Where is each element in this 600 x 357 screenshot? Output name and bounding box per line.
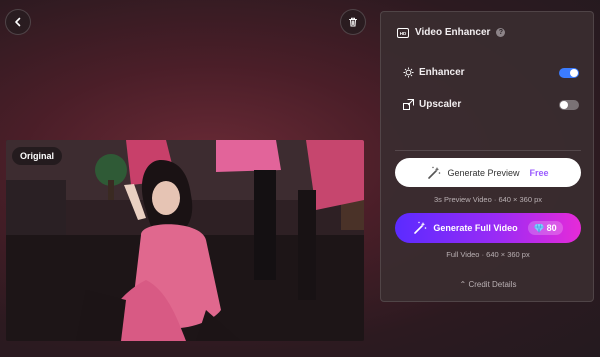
help-icon[interactable]: ? <box>496 28 506 37</box>
full-caption: Full Video · 640 × 360 px <box>446 250 530 259</box>
free-badge: Free <box>529 167 549 178</box>
panel-header: HD Video Enhancer ? <box>397 27 506 38</box>
trash-icon <box>349 17 357 27</box>
chevron-left-icon <box>15 17 21 27</box>
magic-wand-icon <box>414 221 427 234</box>
generate-full-video-button[interactable]: Generate Full Video 80 <box>395 213 581 243</box>
video-enhancer-icon: HD <box>397 27 409 38</box>
enhancer-label: Enhancer <box>419 67 465 78</box>
magic-wand-icon <box>428 166 441 179</box>
video-frame-image <box>6 140 364 341</box>
credit-details-link[interactable]: ⌃ Credit Details <box>381 280 595 289</box>
upscaler-toggle[interactable] <box>559 99 579 110</box>
generate-full-video-label: Generate Full Video <box>433 223 518 233</box>
svg-text:HD: HD <box>400 31 407 36</box>
panel-title: Video Enhancer <box>415 27 491 38</box>
panel-divider <box>395 150 581 151</box>
generate-preview-label: Generate Preview <box>447 167 520 178</box>
upscale-icon <box>403 99 414 110</box>
generate-preview-button[interactable]: Generate Preview Free <box>395 158 581 187</box>
credit-details-label: Credit Details <box>468 280 517 289</box>
enhancer-toggle[interactable] <box>559 67 579 78</box>
original-badge: Original <box>12 147 63 165</box>
upscaler-label: Upscaler <box>419 99 462 110</box>
preview-caption: 3s Preview Video · 640 × 360 px <box>433 195 543 204</box>
enhancer-row: Enhancer <box>403 67 579 78</box>
chevron-up-icon: ⌃ <box>459 280 467 289</box>
gem-icon <box>533 223 544 233</box>
enhancer-panel: HD Video Enhancer ? Enhancer Upscaler Ge… <box>380 11 594 302</box>
back-button[interactable] <box>5 9 31 35</box>
credit-cost-badge: 80 <box>527 221 563 235</box>
video-preview: Original <box>6 140 364 341</box>
delete-button[interactable] <box>340 9 366 35</box>
sparkle-sun-icon <box>403 67 414 78</box>
credit-cost: 80 <box>546 223 557 233</box>
upscaler-row: Upscaler <box>403 99 579 110</box>
